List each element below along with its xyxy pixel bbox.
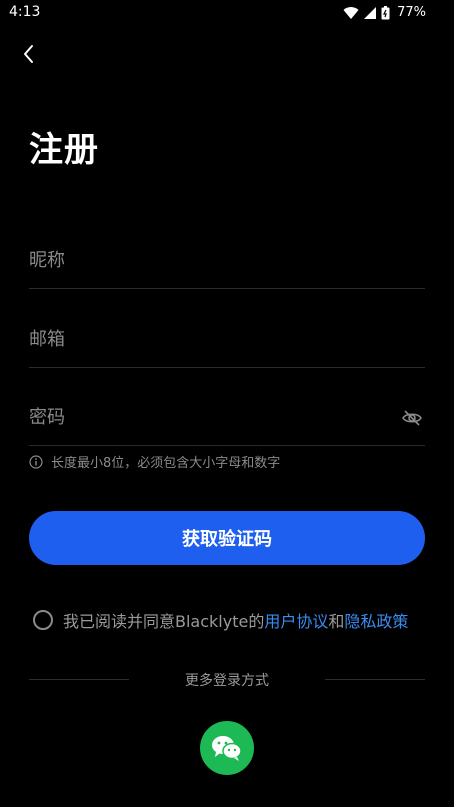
nickname-input[interactable] [29,242,389,278]
password-visibility-toggle[interactable] [401,407,423,429]
info-icon [29,454,43,469]
agreement-row: 我已阅读并同意Blacklyte的 用户协议 和 隐私政策 [33,608,408,632]
get-code-button[interactable]: 获取验证码 [29,511,425,565]
battery-icon [381,5,390,19]
privacy-policy-link[interactable]: 隐私政策 [344,608,408,632]
password-input[interactable] [29,399,389,435]
nickname-field[interactable] [29,232,425,289]
agreement-and: 和 [328,612,345,631]
back-chevron-icon [24,45,33,63]
email-input[interactable] [29,321,389,357]
page-title: 注册 [29,130,99,170]
signal-icon [364,6,377,19]
password-hint-text: 长度最小8位，必须包含大小字母和数字 [51,456,281,471]
agreement-prefix: 我已阅读并同意Blacklyte的 [63,612,265,631]
wifi-icon [343,6,359,19]
eye-off-icon [402,410,422,426]
password-hint: 长度最小8位，必须包含大小字母和数字 [29,452,280,471]
battery-percent: 77% [397,5,426,20]
wechat-login-button[interactable] [200,721,254,775]
more-login-label: 更多登录方式 [185,673,269,689]
more-login-section: 更多登录方式 [29,670,425,690]
status-icons: 77% [343,5,426,20]
status-bar: 4:13 77% [0,0,454,26]
back-button[interactable] [14,40,42,68]
password-field[interactable] [29,389,425,446]
agree-checkbox[interactable] [33,610,53,630]
user-agreement-link[interactable]: 用户协议 [264,608,328,632]
email-field[interactable] [29,311,425,368]
status-time: 4:13 [9,4,41,20]
divider-right [325,679,425,680]
wechat-icon [212,736,242,761]
